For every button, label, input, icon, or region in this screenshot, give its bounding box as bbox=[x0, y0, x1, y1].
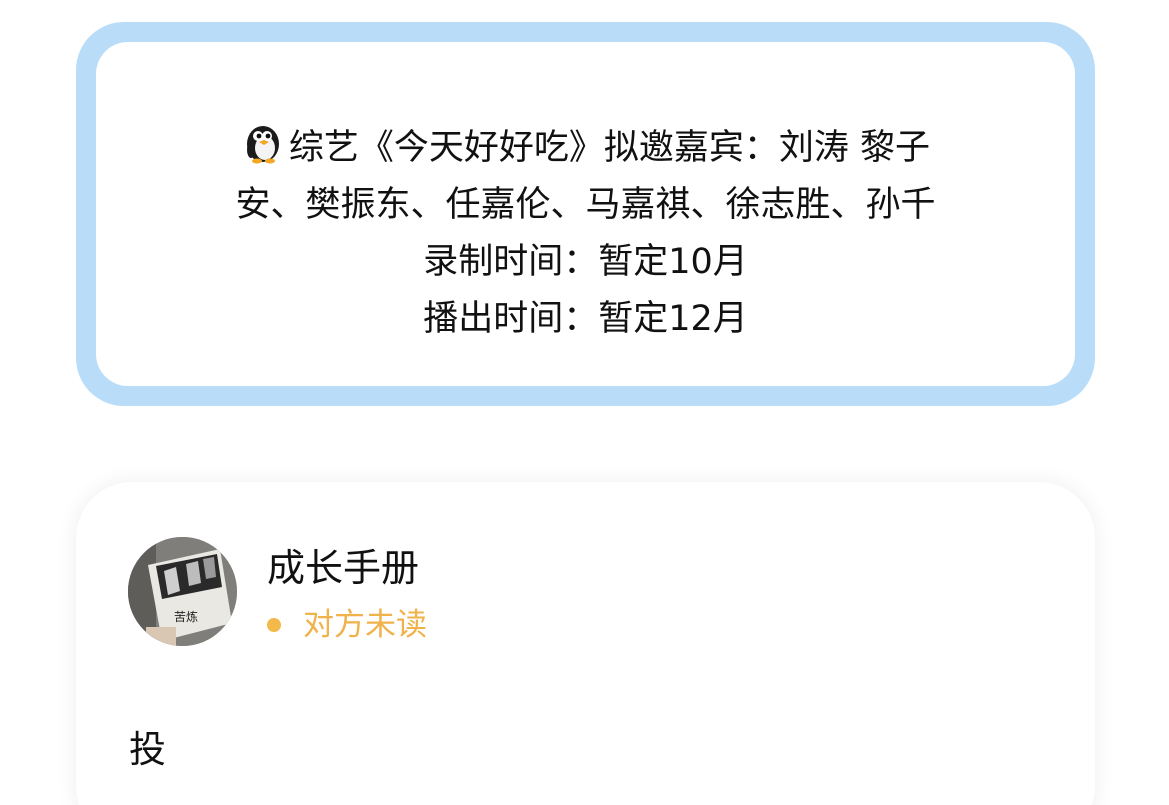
announcement-line-2: 安、樊振东、任嘉伦、马嘉祺、徐志胜、孙千 bbox=[235, 185, 936, 225]
page: 综艺《今天好好吃》拟邀嘉宾：刘涛 黎子 安、樊振东、任嘉伦、马嘉祺、徐志胜、孙千… bbox=[0, 0, 1169, 805]
avatar[interactable]: 苦炼 bbox=[128, 537, 237, 646]
message-body: 投 bbox=[129, 728, 166, 771]
book-cover-avatar: 苦炼 bbox=[128, 537, 237, 646]
announcement-card: 综艺《今天好好吃》拟邀嘉宾：刘涛 黎子 安、樊振东、任嘉伦、马嘉祺、徐志胜、孙千… bbox=[76, 22, 1095, 406]
avatar-text: 苦炼 bbox=[174, 609, 198, 624]
status-dot-icon bbox=[267, 618, 281, 632]
announcement-line-1: 综艺《今天好好吃》拟邀嘉宾：刘涛 黎子 bbox=[241, 120, 930, 177]
announcement-content: 综艺《今天好好吃》拟邀嘉宾：刘涛 黎子 安、樊振东、任嘉伦、马嘉祺、徐志胜、孙千… bbox=[96, 42, 1075, 386]
read-status: 对方未读 bbox=[267, 603, 427, 647]
status-text: 对方未读 bbox=[303, 607, 427, 643]
penguin-icon bbox=[241, 120, 285, 164]
announcement-line-1-text: 综艺《今天好好吃》拟邀嘉宾：刘涛 黎子 bbox=[288, 128, 931, 168]
message-card[interactable]: 苦炼 成长手册 对方未读 投 bbox=[76, 482, 1095, 805]
broadcast-time: 播出时间：暂定12月 bbox=[423, 299, 748, 339]
recording-time: 录制时间：暂定10月 bbox=[423, 242, 748, 282]
sender-name[interactable]: 成长手册 bbox=[267, 542, 419, 594]
